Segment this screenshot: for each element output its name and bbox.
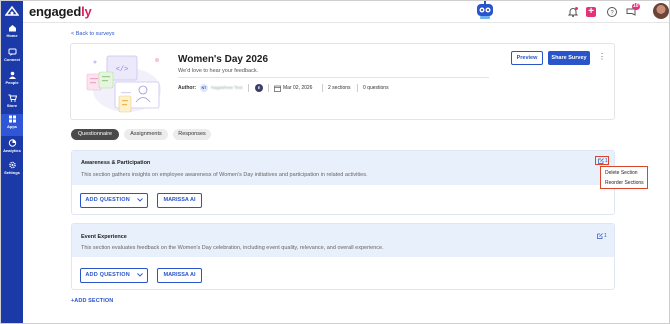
marissa-ai-button[interactable]: MARISSA AI	[157, 193, 202, 208]
top-bar: engagedly + ? 10	[23, 1, 669, 23]
section-title: Event Experience	[81, 234, 127, 240]
delete-section-item[interactable]: Delete Section	[605, 170, 638, 176]
questions-count: 0 questions	[363, 85, 389, 91]
sidebar-item-label: Apps	[7, 124, 17, 129]
edit-icon	[598, 158, 604, 164]
collaborator-avatar[interactable]: E	[255, 84, 263, 92]
section-description: This section gathers insights on employe…	[81, 172, 368, 178]
apps-icon	[8, 115, 16, 123]
sections-count: 2 sections	[328, 85, 351, 91]
svg-text:?: ?	[610, 10, 614, 16]
section-card: Awareness & Participation This section g…	[71, 150, 615, 215]
bell-icon[interactable]	[567, 6, 579, 18]
sidebar-item-label: Settings	[4, 170, 20, 175]
back-to-surveys-link[interactable]: < Back to surveys	[71, 31, 115, 37]
section-actions-button[interactable]: 1	[595, 156, 609, 165]
section-context-menu: Delete Section Reorder Sections	[600, 166, 648, 189]
user-avatar[interactable]	[653, 3, 669, 19]
header-divider	[178, 77, 489, 78]
cart-icon	[8, 94, 17, 102]
edit-icon	[597, 233, 603, 239]
preview-button[interactable]: Preview	[511, 51, 543, 65]
sidebar: Home Connect People Store Apps Analytics…	[1, 1, 23, 323]
svg-text:</>: </>	[116, 66, 129, 74]
help-icon[interactable]: ?	[606, 6, 618, 18]
sidebar-item-label: Analytics	[3, 148, 21, 153]
sidebar-item-label: People	[5, 80, 19, 85]
brand-text: engaged	[29, 4, 82, 19]
add-section-button[interactable]: +ADD SECTION	[71, 298, 113, 304]
tab-assignments[interactable]: Assignments	[124, 129, 168, 140]
sidebar-item-label: Home	[6, 33, 18, 38]
meta-divider	[357, 84, 358, 92]
inbox-badge: 10	[632, 3, 640, 10]
home-icon	[8, 25, 16, 32]
gear-icon	[8, 161, 16, 169]
survey-header-card: </> Women's Day 2026 We'd love to hear y…	[70, 43, 615, 120]
section-actions-button[interactable]: 1	[595, 232, 609, 241]
add-icon[interactable]: +	[586, 7, 596, 17]
sidebar-item-label: Store	[6, 103, 18, 108]
sidebar-item-connect[interactable]: Connect	[1, 47, 23, 69]
section-header: Event Experience This section evaluates …	[72, 224, 614, 257]
add-question-button[interactable]: ADD QUESTION	[80, 268, 148, 283]
author-label: Author:	[178, 85, 197, 91]
meta-divider	[248, 84, 249, 92]
share-survey-button[interactable]: Share Survey	[548, 51, 590, 65]
tab-questionnaire[interactable]: Questionnaire	[71, 129, 119, 140]
connect-icon	[8, 48, 16, 56]
calendar-icon	[274, 85, 281, 92]
section-description: This section evaluates feedback on the W…	[81, 245, 384, 251]
section-action-count: 1	[605, 158, 608, 164]
marissa-ai-button[interactable]: MARISSA AI	[157, 268, 202, 283]
tab-responses[interactable]: Responses	[173, 129, 211, 140]
author-avatar: NT	[200, 84, 208, 92]
sidebar-item-people[interactable]: People	[1, 70, 23, 92]
sidebar-item-settings[interactable]: Settings	[1, 160, 23, 182]
sidebar-item-label: Connect	[4, 57, 20, 62]
brand-logo[interactable]: engagedly	[29, 4, 92, 19]
reorder-sections-item[interactable]: Reorder Sections	[605, 180, 644, 186]
sidebar-item-apps[interactable]: Apps	[1, 114, 23, 136]
add-question-label: ADD QUESTION	[85, 197, 130, 203]
sidebar-item-home[interactable]: Home	[1, 23, 23, 45]
chevron-down-icon	[136, 197, 143, 202]
survey-date: Mar 02, 2026	[283, 85, 313, 91]
meta-divider	[268, 84, 269, 92]
engagedly-logo-icon[interactable]	[5, 5, 19, 17]
author-name: Nagashree Test	[211, 85, 243, 90]
survey-title: Women's Day 2026	[178, 54, 269, 65]
add-question-button[interactable]: ADD QUESTION	[80, 193, 148, 208]
sidebar-item-analytics[interactable]: Analytics	[1, 138, 23, 160]
brand-accent-text: ly	[81, 4, 92, 19]
section-header: Awareness & Participation This section g…	[72, 151, 614, 185]
survey-subtitle: We'd love to hear your feedback.	[178, 68, 259, 74]
people-icon	[8, 71, 16, 79]
more-options-icon[interactable]: ⋮	[598, 53, 606, 61]
survey-illustration-icon: </>	[86, 55, 161, 113]
section-title: Awareness & Participation	[81, 160, 151, 166]
section-card: Event Experience This section evaluates …	[71, 223, 615, 290]
add-question-label: ADD QUESTION	[85, 272, 130, 278]
chevron-down-icon	[136, 272, 143, 277]
analytics-icon	[8, 139, 16, 147]
section-action-count: 1	[604, 233, 607, 239]
sidebar-item-store[interactable]: Store	[1, 93, 23, 115]
meta-divider	[322, 84, 323, 92]
mascot-icon[interactable]	[473, 1, 497, 21]
